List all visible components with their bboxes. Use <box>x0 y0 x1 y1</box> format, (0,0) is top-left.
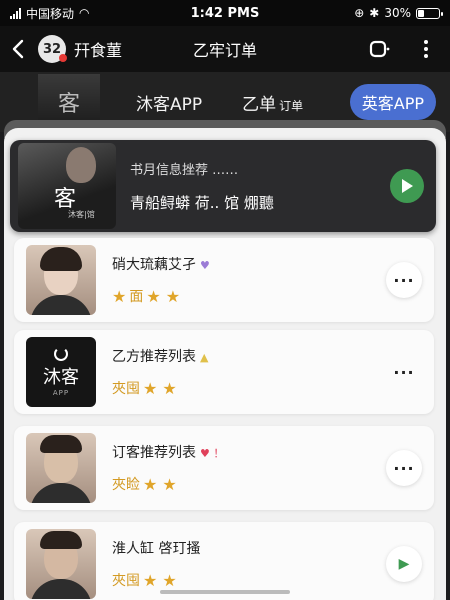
list-item[interactable]: 订客推荐列表 ♥ ！ 夾睑 ★ ★ ··· <box>14 426 434 510</box>
crown-icon: ▲ <box>200 351 209 364</box>
battery-percent: 30% <box>384 6 411 20</box>
item-rating: 夾囤 ★ ★ <box>112 378 386 398</box>
more-options-button[interactable]: ··· <box>386 450 422 486</box>
item-meta-label: 夾睑 <box>112 477 140 493</box>
mini-program-icon[interactable] <box>368 37 392 61</box>
item-rating: 夾囤 ★ ★ <box>112 570 386 590</box>
portrait-head <box>66 147 96 183</box>
status-bar: 中国移动 ◠ 1:42 PMS ⊕ ✱ 30% <box>0 0 450 26</box>
item-title-text: 订客推荐列表 <box>112 445 196 461</box>
item-title-text: 硝大琉藕艾孑 <box>112 257 196 273</box>
featured-brand-sub: 沐客|馆 <box>68 210 95 219</box>
item-thumbnail: 沐客 APP <box>26 337 96 407</box>
play-icon <box>402 179 413 193</box>
item-rating: ★ 面 ★ ★ <box>112 286 386 306</box>
tab-orders-sub: 订单 <box>279 98 304 113</box>
more-options-button[interactable]: ··· <box>386 354 422 390</box>
lock-rotation-icon: ⊕ <box>354 6 365 20</box>
nav-bar: 32 幵食菫 乙牢订单 <box>0 26 450 72</box>
more-options-button[interactable]: ··· <box>386 262 422 298</box>
featured-thumbnail: 客 沐客|馆 <box>18 143 116 229</box>
item-thumbnail <box>26 245 96 315</box>
item-rating: 夾睑 ★ ★ <box>112 474 386 494</box>
item-title: 乙方推荐列表 ▲ <box>112 346 386 366</box>
play-button[interactable]: ▶ <box>386 546 422 582</box>
item-meta-label: 夾囤 <box>112 573 140 589</box>
list-item[interactable]: 淮人缸 啓玎搔 夾囤 ★ ★ ▶ <box>14 522 434 600</box>
carrier-label: 中国移动 <box>26 6 75 21</box>
featured-label: 书月信息挫荐 …… <box>130 163 239 178</box>
item-meta-label: 夾囤 <box>112 381 140 397</box>
clock: 1:42 PMS <box>190 5 260 21</box>
tab-muke-app[interactable]: 沐客APP <box>136 90 202 115</box>
heart-icon: ♥ ！ <box>200 447 225 460</box>
tab-yingke-app[interactable]: 英客APP <box>349 84 436 120</box>
play-button[interactable] <box>390 169 424 203</box>
item-meta-label: 面 <box>129 289 144 305</box>
star-icons: ★ ★ <box>146 286 181 306</box>
logo-text: 沐客 <box>43 367 79 388</box>
play-icon: ▶ <box>398 556 410 572</box>
star-icon: ★ <box>112 286 127 306</box>
item-title: 淮人缸 啓玎搔 <box>112 538 386 558</box>
item-title: 硝大琉藕艾孑 ♥ <box>112 254 386 274</box>
battery-icon <box>416 7 443 19</box>
home-indicator[interactable] <box>160 590 290 594</box>
featured-card[interactable]: 客 沐客|馆 书月信息挫荐 …… 青船鲟蟒 荷.. 馆 焩聽 <box>10 140 436 232</box>
logo-subtext: APP <box>52 389 70 397</box>
item-thumbnail <box>26 529 96 599</box>
list-item[interactable]: 硝大琉藕艾孑 ♥ ★ 面 ★ ★ ··· <box>14 238 434 322</box>
item-title: 订客推荐列表 ♥ ！ <box>112 442 386 462</box>
list-item[interactable]: 沐客 APP 乙方推荐列表 ▲ 夾囤 ★ ★ ··· <box>14 330 434 414</box>
bluetooth-icon: ✱ <box>369 6 380 20</box>
signal-icon <box>10 7 21 19</box>
chevron-left-icon <box>12 39 24 59</box>
item-thumbnail <box>26 433 96 503</box>
tab-orders[interactable]: 乙单 订单 <box>242 90 303 115</box>
back-button[interactable] <box>12 34 32 64</box>
star-icons: ★ ★ <box>143 474 177 494</box>
featured-subtitle: 青船鲟蟒 荷.. 馆 焩聽 <box>130 194 274 212</box>
avatar[interactable]: 32 <box>38 35 67 63</box>
tab-orders-label: 乙单 <box>242 94 277 115</box>
star-icons: ★ ★ <box>143 570 177 590</box>
star-icons: ★ ★ <box>143 378 177 398</box>
brand-logo-icon <box>54 347 68 361</box>
heart-icon: ♥ <box>200 259 210 272</box>
more-vertical-icon[interactable] <box>414 37 438 61</box>
wifi-icon: ◠ <box>79 6 90 20</box>
item-title-text: 乙方推荐列表 <box>112 349 196 365</box>
account-name[interactable]: 幵食菫 <box>74 37 174 61</box>
item-title-text: 淮人缸 啓玎搔 <box>112 541 201 557</box>
